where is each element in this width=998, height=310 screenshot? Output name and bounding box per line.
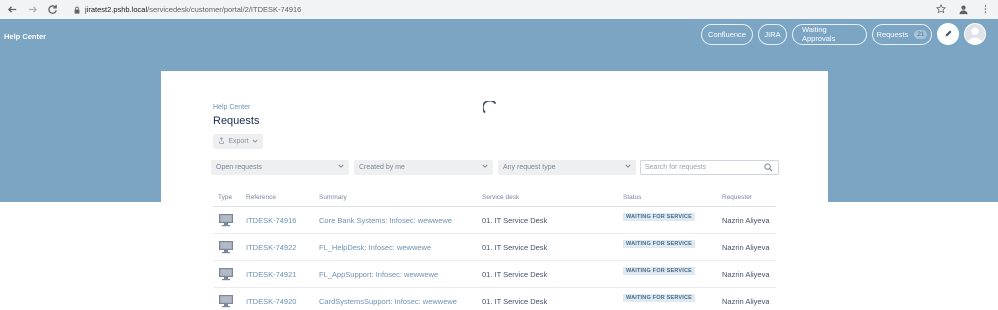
- request-summary-link[interactable]: FL_AppSupport: Infosec: wewwewe: [319, 270, 438, 279]
- table-row[interactable]: ITDESK-74921 FL_AppSupport: Infosec: wew…: [213, 261, 776, 288]
- requester-cell: Nazrin Aliyeva: [722, 297, 770, 306]
- reload-icon[interactable]: [44, 2, 60, 18]
- top-nav: Confluence JIRA Waiting Approvals Reques…: [701, 23, 986, 45]
- service-desk-cell: 01. IT Service Desk: [482, 216, 548, 225]
- requester-cell: Nazrin Aliyeva: [722, 243, 770, 252]
- requests-table: Type Reference Summary Service desk Stat…: [213, 193, 776, 310]
- created-filter-value: Created by me: [359, 164, 405, 171]
- browser-toolbar: jiratest2.pshb.local/servicedesk/custome…: [0, 0, 998, 19]
- profile-icon[interactable]: [956, 2, 970, 16]
- edit-button[interactable]: [937, 23, 959, 45]
- loading-spinner-icon: [481, 99, 497, 115]
- table-row[interactable]: ITDESK-74920 CardSystemsSupport: Infosec…: [213, 288, 776, 310]
- column-header-summary: Summary: [319, 194, 347, 201]
- pencil-icon: [944, 25, 953, 43]
- chevron-down-icon: [338, 163, 344, 171]
- computer-icon: [218, 213, 234, 229]
- created-filter-select[interactable]: Created by me: [354, 160, 493, 175]
- url-path: /servicedesk/customer/portal/2/ITDESK-74…: [147, 5, 302, 14]
- request-reference-link[interactable]: ITDESK-74916: [246, 216, 296, 225]
- status-filter-value: Open requests: [216, 164, 262, 171]
- service-desk-cell: 01. IT Service Desk: [482, 297, 548, 306]
- request-reference-link[interactable]: ITDESK-74922: [246, 243, 296, 252]
- search-input[interactable]: Search for requests: [640, 160, 779, 175]
- chevron-down-icon: [252, 138, 258, 146]
- request-summary-link[interactable]: CardSystemsSupport: Infosec: wewwewe: [319, 297, 457, 306]
- service-desk-cell: 01. IT Service Desk: [482, 243, 548, 252]
- browser-menu-icon[interactable]: [978, 2, 992, 16]
- bookmark-star-icon[interactable]: [934, 2, 948, 16]
- export-icon: [218, 137, 225, 146]
- user-avatar[interactable]: [964, 23, 986, 45]
- search-icon: [764, 163, 773, 174]
- request-summary-link[interactable]: Core Bank Systems: Infosec: wewwewe: [319, 216, 452, 225]
- status-badge: WAITING FOR SERVICE: [623, 213, 696, 221]
- column-header-type: Type: [218, 194, 233, 201]
- request-summary-link[interactable]: FL_HelpDesk: Infosec: wewwewe: [319, 243, 431, 252]
- column-header-reference: Reference: [246, 194, 276, 201]
- column-header-requester: Requester: [722, 194, 752, 201]
- status-badge: WAITING FOR SERVICE: [623, 294, 696, 302]
- status-filter-select[interactable]: Open requests: [211, 160, 349, 175]
- service-desk-cell: 01. IT Service Desk: [482, 270, 548, 279]
- requests-count-badge: 21: [914, 29, 928, 39]
- export-label: Export: [228, 138, 249, 145]
- lock-icon[interactable]: [72, 5, 82, 15]
- requests-panel: Help Center Requests Export Open request…: [161, 71, 828, 310]
- computer-icon: [218, 267, 234, 283]
- back-icon[interactable]: [4, 2, 20, 18]
- column-header-service-desk: Service desk: [482, 194, 520, 201]
- requests-label: Requests: [876, 29, 909, 39]
- request-reference-link[interactable]: ITDESK-74920: [246, 297, 296, 306]
- status-badge: WAITING FOR SERVICE: [623, 267, 696, 275]
- column-header-status: Status: [623, 194, 642, 201]
- computer-icon: [218, 240, 234, 256]
- request-reference-link[interactable]: ITDESK-74921: [246, 270, 296, 279]
- computer-icon: [218, 294, 234, 310]
- requester-cell: Nazrin Aliyeva: [722, 270, 770, 279]
- page-title: Requests: [213, 115, 260, 127]
- breadcrumb[interactable]: Help Center: [213, 104, 250, 111]
- forward-icon[interactable]: [24, 2, 40, 18]
- table-row[interactable]: ITDESK-74916 Core Bank Systems: Infosec:…: [213, 207, 776, 234]
- jira-button[interactable]: JIRA: [758, 23, 787, 45]
- waiting-approvals-button[interactable]: Waiting Approvals: [792, 23, 867, 45]
- chevron-down-icon: [625, 163, 631, 171]
- requests-button[interactable]: Requests 21: [872, 23, 932, 45]
- help-center-link[interactable]: Help Center: [4, 32, 46, 41]
- url-host: jiratest2.pshb.local: [85, 5, 148, 14]
- request-type-filter-select[interactable]: Any request type: [498, 160, 636, 175]
- request-type-filter-value: Any request type: [503, 164, 556, 171]
- requester-cell: Nazrin Aliyeva: [722, 216, 770, 225]
- table-row[interactable]: ITDESK-74922 FL_HelpDesk: Infosec: wewwe…: [213, 234, 776, 261]
- search-placeholder: Search for requests: [645, 164, 707, 171]
- address-bar[interactable]: jiratest2.pshb.local/servicedesk/custome…: [85, 5, 301, 14]
- confluence-button[interactable]: Confluence: [701, 23, 753, 45]
- status-badge: WAITING FOR SERVICE: [623, 240, 696, 248]
- table-header: Type Reference Summary Service desk Stat…: [213, 193, 776, 207]
- export-button[interactable]: Export: [213, 134, 263, 149]
- chevron-down-icon: [482, 163, 488, 171]
